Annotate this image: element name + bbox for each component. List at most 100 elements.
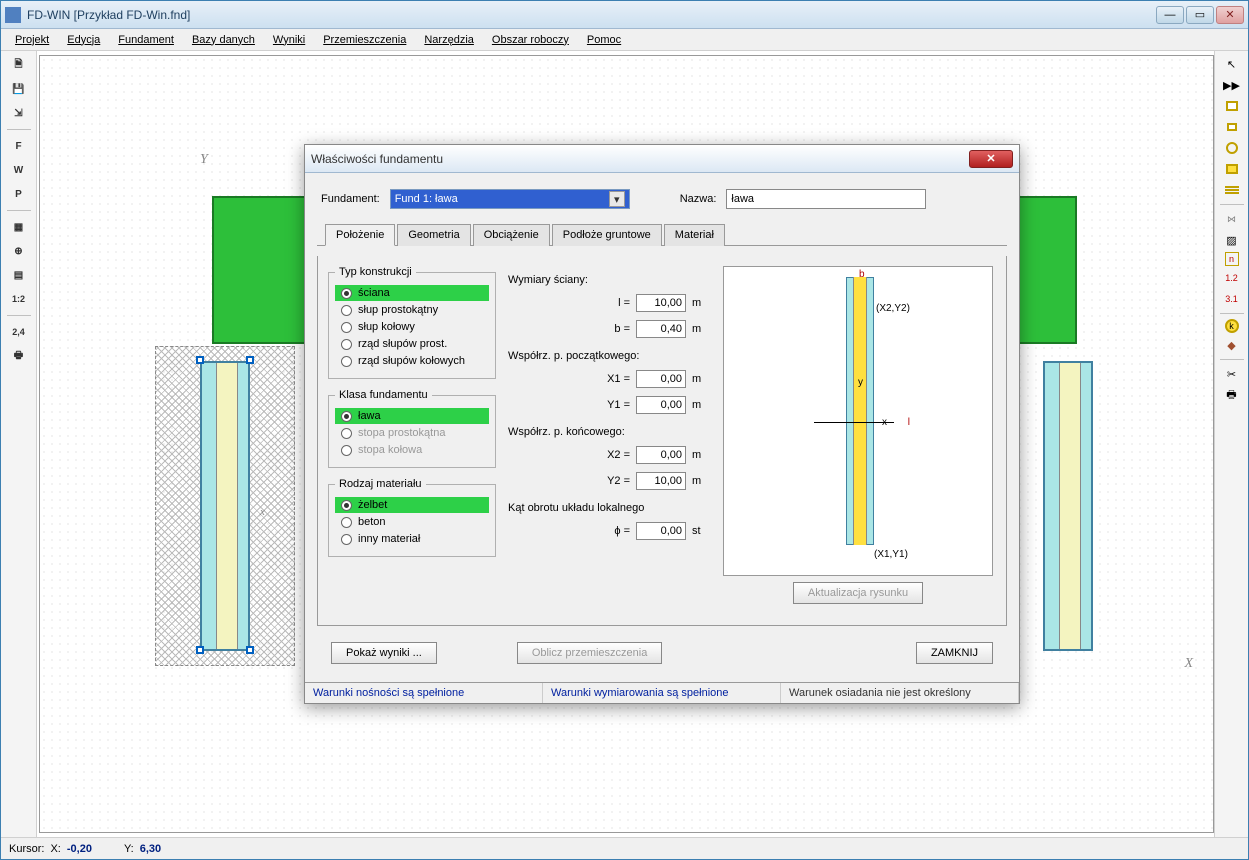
dialog-title: Właściwości fundamentu	[311, 152, 969, 166]
handle-br[interactable]	[246, 646, 254, 654]
radio-zelbet[interactable]: żelbet	[335, 497, 489, 513]
b-input[interactable]	[636, 320, 686, 338]
menubar: Projekt Edycja Fundament Bazy danych Wyn…	[1, 29, 1248, 51]
tab-material[interactable]: Materiał	[664, 224, 725, 246]
tab-content: Typ konstrukcji ściana słup prostokątny …	[317, 256, 1007, 626]
strip-right	[1043, 361, 1093, 651]
show-results-button[interactable]: Pokaż wyniki ...	[331, 642, 437, 664]
radio-slup-prost[interactable]: słup prostokątny	[335, 302, 489, 318]
close-dialog-button[interactable]: ZAMKNIJ	[916, 642, 993, 664]
typ-konstrukcji-group: Typ konstrukcji ściana słup prostokątny …	[328, 266, 496, 379]
minimize-button[interactable]: —	[1156, 6, 1184, 24]
scale-label[interactable]: 1:2	[7, 289, 31, 309]
x1-input[interactable]	[636, 370, 686, 388]
menu-pomoc[interactable]: Pomoc	[579, 32, 629, 48]
import-icon[interactable]: ⇲	[7, 103, 31, 123]
l-label: l =	[600, 297, 630, 309]
n-box-icon[interactable]: n	[1225, 252, 1239, 266]
print2-icon[interactable]: 🖶	[1222, 386, 1242, 404]
pan-icon[interactable]: ▶▶	[1222, 76, 1242, 94]
mode-w[interactable]: W	[7, 160, 31, 180]
dialog-close-button[interactable]: ✕	[969, 150, 1013, 168]
pattern-icon[interactable]: ▨	[1222, 231, 1242, 249]
material-legend: Rodzaj materiału	[335, 478, 426, 490]
tab-polozenie[interactable]: Położenie	[325, 224, 395, 246]
status-y-label: Y:	[124, 843, 134, 855]
phi-input[interactable]	[636, 522, 686, 540]
xx-icon[interactable]: ⋈	[1222, 210, 1242, 228]
phi-label: ϕ =	[600, 525, 630, 537]
x2-input[interactable]	[636, 446, 686, 464]
save-icon[interactable]: 💾	[7, 79, 31, 99]
rect-yellow-icon[interactable]	[1222, 97, 1242, 115]
l-input[interactable]	[636, 294, 686, 312]
strip-left	[200, 361, 250, 651]
b-label: b =	[600, 323, 630, 335]
tab-podloze[interactable]: Podłoże gruntowe	[552, 224, 662, 246]
tab-geometria[interactable]: Geometria	[397, 224, 470, 246]
handle-tl[interactable]	[196, 356, 204, 364]
mode-p[interactable]: P	[7, 184, 31, 204]
preview-p2-label: (X2,Y2)	[876, 303, 910, 314]
menu-edycja[interactable]: Edycja	[59, 32, 108, 48]
wall-dims-label: Wymiary ściany:	[508, 274, 708, 286]
ratio-icon[interactable]: 1.2	[1222, 269, 1242, 287]
close-button[interactable]: ✕	[1216, 6, 1244, 24]
fundament-combo[interactable]: Fund 1: ława ▾	[390, 189, 630, 209]
status-x-label: X:	[50, 843, 60, 855]
radio-rzad-prost[interactable]: rząd słupów prost.	[335, 336, 489, 352]
radio-lawa[interactable]: ława	[335, 408, 489, 424]
tabstrip: Położenie Geometria Obciążenie Podłoże g…	[317, 223, 1007, 246]
eraser-icon[interactable]: ◆	[1222, 336, 1242, 354]
klasa-fundamentu-group: Klasa fundamentu ława stopa prostokątna …	[328, 389, 496, 468]
cursor-icon[interactable]: ↖	[1222, 55, 1242, 73]
update-drawing-button[interactable]: Aktualizacja rysunku	[793, 582, 923, 604]
preview-l-label: l	[908, 417, 910, 428]
new-icon[interactable]: 🗎	[7, 55, 31, 75]
dim-icon[interactable]: 3.1	[1222, 290, 1242, 308]
window-title: FD-WIN [Przykład FD-Win.fnd]	[27, 8, 1156, 22]
circle-icon[interactable]	[1222, 139, 1242, 157]
radio-rzad-kol[interactable]: rząd słupów kołowych	[335, 353, 489, 369]
menu-projekt[interactable]: Projekt	[7, 32, 57, 48]
print-icon[interactable]: 🖶	[7, 346, 31, 366]
menu-obszar[interactable]: Obszar roboczy	[484, 32, 577, 48]
start-point-label: Współrz. p. początkowego:	[508, 350, 708, 362]
value-label[interactable]: 2,4	[7, 322, 31, 342]
right-toolbar: ↖ ▶▶ ⋈ ▨ n 1.2 3.1 k ◆ ✂ 🖶	[1214, 51, 1248, 837]
preview-panel: b l x y (X2,Y2) (X1,Y1)	[723, 266, 993, 576]
scissors-icon[interactable]: ✂	[1222, 365, 1242, 383]
calc-displacements-button[interactable]: Oblicz przemieszczenia	[517, 642, 663, 664]
menu-fundament[interactable]: Fundament	[110, 32, 182, 48]
k-circle-icon[interactable]: k	[1225, 319, 1239, 333]
name-input[interactable]	[726, 189, 926, 209]
grid-icon[interactable]: ▦	[7, 217, 31, 237]
status-dim: Warunki wymiarowania są spełnione	[543, 683, 781, 703]
local-x-label: x	[260, 506, 265, 518]
menu-bazy-danych[interactable]: Bazy danych	[184, 32, 263, 48]
menu-narzedzia[interactable]: Narzędzia	[416, 32, 482, 48]
radio-beton[interactable]: beton	[335, 514, 489, 530]
bars-icon[interactable]	[1222, 181, 1242, 199]
titlebar: FD-WIN [Przykład FD-Win.fnd] — ▭ ✕	[1, 1, 1248, 29]
radio-sciana[interactable]: ściana	[335, 285, 489, 301]
target-icon[interactable]: ⊕	[7, 241, 31, 261]
rect-blue-icon[interactable]	[1222, 160, 1242, 178]
y1-input[interactable]	[636, 396, 686, 414]
maximize-button[interactable]: ▭	[1186, 6, 1214, 24]
rotation-label: Kąt obrotu układu lokalnego	[508, 502, 708, 514]
handle-bl[interactable]	[196, 646, 204, 654]
handle-tr[interactable]	[246, 356, 254, 364]
mode-f[interactable]: F	[7, 136, 31, 156]
radio-slup-kol[interactable]: słup kołowy	[335, 319, 489, 335]
rect-small-icon[interactable]	[1222, 118, 1242, 136]
layers-icon[interactable]: ▤	[7, 265, 31, 285]
radio-inny[interactable]: inny materiał	[335, 531, 489, 547]
menu-przemieszczenia[interactable]: Przemieszczenia	[315, 32, 414, 48]
tab-obciazenie[interactable]: Obciążenie	[473, 224, 550, 246]
y2-input[interactable]	[636, 472, 686, 490]
status-x-value: -0,20	[67, 843, 92, 855]
menu-wyniki[interactable]: Wyniki	[265, 32, 313, 48]
end-point-label: Współrz. p. końcowego:	[508, 426, 708, 438]
chevron-down-icon: ▾	[609, 191, 625, 207]
